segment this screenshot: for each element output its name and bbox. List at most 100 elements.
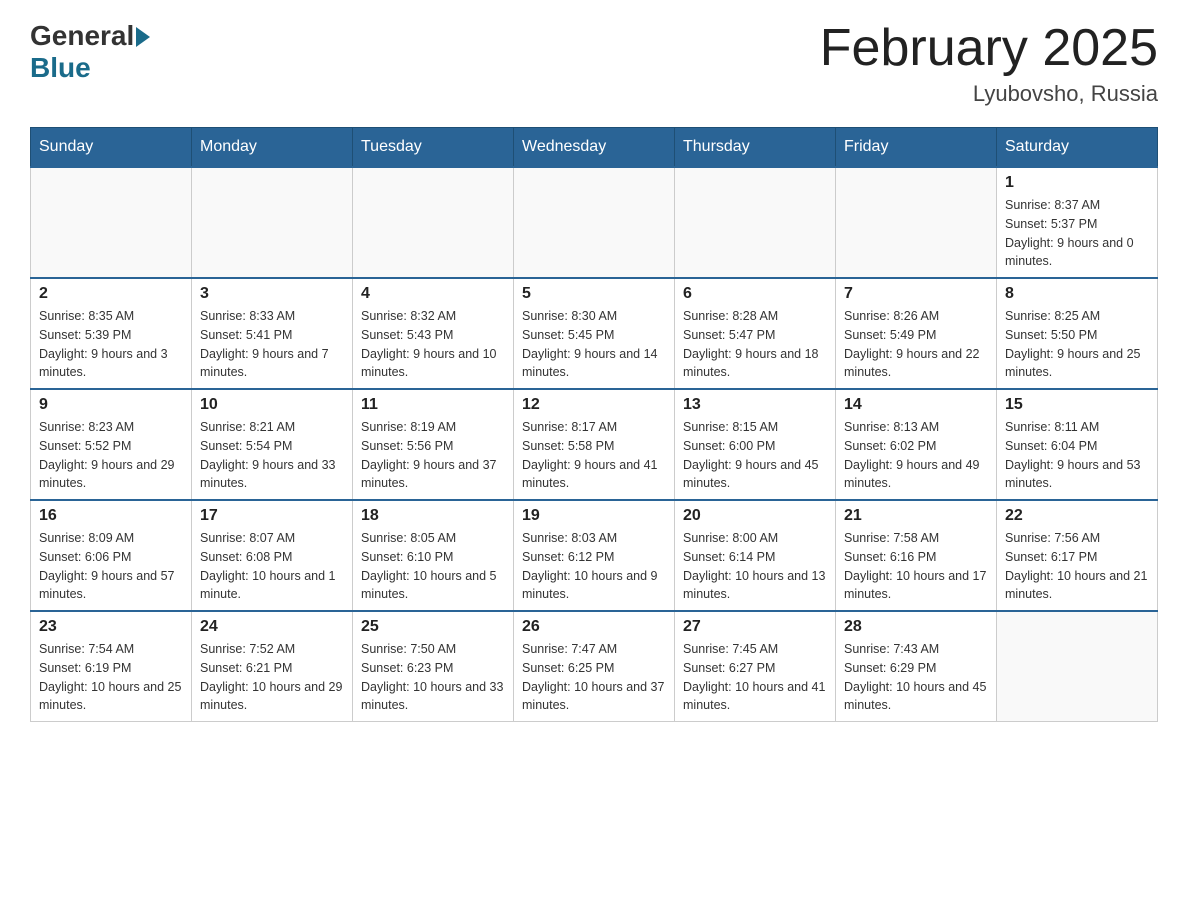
day-cell: 12Sunrise: 8:17 AMSunset: 5:58 PMDayligh… — [514, 389, 675, 500]
day-info: Sunrise: 8:32 AMSunset: 5:43 PMDaylight:… — [361, 307, 505, 382]
day-cell: 23 Sunrise: 7:54 AMSunset: 6:19 PMDayligh… — [31, 611, 192, 722]
day-number: 27 — [683, 618, 827, 636]
day-info: Sunrise: 8:00 AMSunset: 6:14 PMDaylight:… — [683, 529, 827, 604]
header-friday: Friday — [836, 128, 997, 168]
logo-arrow-icon — [136, 27, 150, 47]
day-cell — [836, 167, 997, 278]
day-number: 16 — [39, 507, 183, 525]
week-row-4: 23 Sunrise: 7:54 AMSunset: 6:19 PMDayligh… — [31, 611, 1158, 722]
title-area: February 2025 Lyubovsho, Russia — [820, 20, 1158, 107]
day-cell — [31, 167, 192, 278]
day-info: Sunrise: 7:56 AMSunset: 6:17 PMDaylight:… — [1005, 529, 1149, 604]
day-number: 25 — [361, 618, 505, 636]
day-info: Sunrise: 7:58 AMSunset: 6:16 PMDaylight:… — [844, 529, 988, 604]
day-number: 1 — [1005, 174, 1149, 192]
header-thursday: Thursday — [675, 128, 836, 168]
day-number: 3 — [200, 285, 344, 303]
day-number: 4 — [361, 285, 505, 303]
logo: General — [30, 20, 150, 52]
day-cell: 13 Sunrise: 8:15 AMSunset: 6:00 PMDayligh… — [675, 389, 836, 500]
day-cell: 7Sunrise: 8:26 AMSunset: 5:49 PMDaylight… — [836, 278, 997, 389]
day-info: Sunrise: 8:09 AMSunset: 6:06 PMDaylight:… — [39, 529, 183, 604]
day-cell — [675, 167, 836, 278]
day-number: 2 — [39, 285, 183, 303]
day-number: 19 — [522, 507, 666, 525]
header: General Blue February 2025 Lyubovsho, Ru… — [30, 20, 1158, 107]
day-info: Sunrise: 8:17 AMSunset: 5:58 PMDaylight:… — [522, 418, 666, 493]
day-number: 24 — [200, 618, 344, 636]
day-cell: 22 Sunrise: 7:56 AMSunset: 6:17 PMDayligh… — [997, 500, 1158, 611]
day-cell: 8 Sunrise: 8:25 AMSunset: 5:50 PMDaylight… — [997, 278, 1158, 389]
day-number: 10 — [200, 396, 344, 414]
day-number: 26 — [522, 618, 666, 636]
day-info: Sunrise: 8:33 AMSunset: 5:41 PMDaylight:… — [200, 307, 344, 382]
day-number: 9 — [39, 396, 183, 414]
day-info: Sunrise: 8:11 AMSunset: 6:04 PMDaylight:… — [1005, 418, 1149, 493]
day-cell: 10 Sunrise: 8:21 AMSunset: 5:54 PMDayligh… — [192, 389, 353, 500]
day-cell: 28 Sunrise: 7:43 AMSunset: 6:29 PMDayligh… — [836, 611, 997, 722]
calendar-table: SundayMondayTuesdayWednesdayThursdayFrid… — [30, 127, 1158, 722]
day-cell: 3 Sunrise: 8:33 AMSunset: 5:41 PMDaylight… — [192, 278, 353, 389]
day-info: Sunrise: 8:23 AMSunset: 5:52 PMDaylight:… — [39, 418, 183, 493]
day-cell — [514, 167, 675, 278]
day-cell: 25 Sunrise: 7:50 AMSunset: 6:23 PMDayligh… — [353, 611, 514, 722]
day-info: Sunrise: 7:43 AMSunset: 6:29 PMDaylight:… — [844, 640, 988, 715]
day-info: Sunrise: 8:13 AMSunset: 6:02 PMDaylight:… — [844, 418, 988, 493]
day-cell: 6 Sunrise: 8:28 AMSunset: 5:47 PMDaylight… — [675, 278, 836, 389]
day-info: Sunrise: 7:45 AMSunset: 6:27 PMDaylight:… — [683, 640, 827, 715]
day-number: 23 — [39, 618, 183, 636]
day-number: 8 — [1005, 285, 1149, 303]
day-cell: 20 Sunrise: 8:00 AMSunset: 6:14 PMDayligh… — [675, 500, 836, 611]
day-number: 6 — [683, 285, 827, 303]
day-number: 17 — [200, 507, 344, 525]
day-info: Sunrise: 8:35 AMSunset: 5:39 PMDaylight:… — [39, 307, 183, 382]
day-info: Sunrise: 8:28 AMSunset: 5:47 PMDaylight:… — [683, 307, 827, 382]
header-row: SundayMondayTuesdayWednesdayThursdayFrid… — [31, 128, 1158, 168]
day-cell: 1Sunrise: 8:37 AMSunset: 5:37 PMDaylight… — [997, 167, 1158, 278]
day-info: Sunrise: 8:15 AMSunset: 6:00 PMDaylight:… — [683, 418, 827, 493]
day-number: 20 — [683, 507, 827, 525]
day-info: Sunrise: 8:30 AMSunset: 5:45 PMDaylight:… — [522, 307, 666, 382]
day-info: Sunrise: 7:50 AMSunset: 6:23 PMDaylight:… — [361, 640, 505, 715]
header-monday: Monday — [192, 128, 353, 168]
week-row-3: 16 Sunrise: 8:09 AMSunset: 6:06 PMDayligh… — [31, 500, 1158, 611]
day-cell: 19 Sunrise: 8:03 AMSunset: 6:12 PMDayligh… — [514, 500, 675, 611]
day-info: Sunrise: 8:25 AMSunset: 5:50 PMDaylight:… — [1005, 307, 1149, 382]
day-info: Sunrise: 8:19 AMSunset: 5:56 PMDaylight:… — [361, 418, 505, 493]
day-cell — [192, 167, 353, 278]
month-title: February 2025 — [820, 20, 1158, 77]
header-sunday: Sunday — [31, 128, 192, 168]
day-number: 13 — [683, 396, 827, 414]
day-cell: 5 Sunrise: 8:30 AMSunset: 5:45 PMDaylight… — [514, 278, 675, 389]
day-cell — [353, 167, 514, 278]
day-number: 28 — [844, 618, 988, 636]
day-info: Sunrise: 7:52 AMSunset: 6:21 PMDaylight:… — [200, 640, 344, 715]
day-number: 11 — [361, 396, 505, 414]
day-number: 21 — [844, 507, 988, 525]
header-saturday: Saturday — [997, 128, 1158, 168]
calendar-header: SundayMondayTuesdayWednesdayThursdayFrid… — [31, 128, 1158, 168]
day-number: 7 — [844, 285, 988, 303]
week-row-2: 9 Sunrise: 8:23 AMSunset: 5:52 PMDaylight… — [31, 389, 1158, 500]
day-cell: 2 Sunrise: 8:35 AMSunset: 5:39 PMDaylight… — [31, 278, 192, 389]
day-number: 22 — [1005, 507, 1149, 525]
day-cell: 16 Sunrise: 8:09 AMSunset: 6:06 PMDayligh… — [31, 500, 192, 611]
day-cell: 15 Sunrise: 8:11 AMSunset: 6:04 PMDayligh… — [997, 389, 1158, 500]
day-cell: 18Sunrise: 8:05 AMSunset: 6:10 PMDayligh… — [353, 500, 514, 611]
day-cell: 24 Sunrise: 7:52 AMSunset: 6:21 PMDayligh… — [192, 611, 353, 722]
header-wednesday: Wednesday — [514, 128, 675, 168]
week-row-0: 1Sunrise: 8:37 AMSunset: 5:37 PMDaylight… — [31, 167, 1158, 278]
day-number: 5 — [522, 285, 666, 303]
day-cell: 26Sunrise: 7:47 AMSunset: 6:25 PMDayligh… — [514, 611, 675, 722]
day-number: 15 — [1005, 396, 1149, 414]
day-cell: 17Sunrise: 8:07 AMSunset: 6:08 PMDayligh… — [192, 500, 353, 611]
day-number: 14 — [844, 396, 988, 414]
day-cell — [997, 611, 1158, 722]
day-info: Sunrise: 8:03 AMSunset: 6:12 PMDaylight:… — [522, 529, 666, 604]
calendar-body: 1Sunrise: 8:37 AMSunset: 5:37 PMDaylight… — [31, 167, 1158, 722]
day-info: Sunrise: 8:21 AMSunset: 5:54 PMDaylight:… — [200, 418, 344, 493]
day-number: 18 — [361, 507, 505, 525]
day-info: Sunrise: 7:54 AMSunset: 6:19 PMDaylight:… — [39, 640, 183, 715]
day-cell: 21 Sunrise: 7:58 AMSunset: 6:16 PMDayligh… — [836, 500, 997, 611]
location-title: Lyubovsho, Russia — [820, 81, 1158, 107]
